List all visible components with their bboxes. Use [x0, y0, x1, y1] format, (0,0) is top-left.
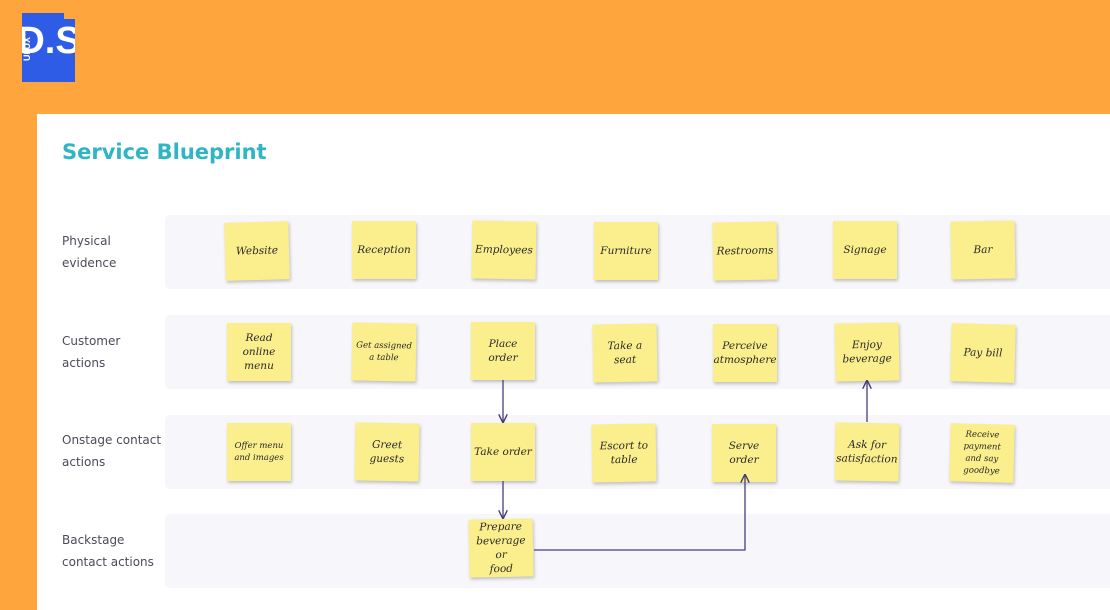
sticky-note[interactable]: Offer menu and images	[227, 423, 291, 481]
logo-text: UI UX	[22, 37, 32, 61]
lane-backstage-actions	[165, 514, 1110, 588]
sticky-note[interactable]: Employees	[471, 220, 537, 280]
sticky-note[interactable]: Signage	[833, 221, 897, 279]
sticky-note[interactable]: Greet guests	[354, 422, 420, 482]
sticky-note[interactable]: Take order	[471, 423, 535, 481]
brand-logo: D.S UI UX	[17, 13, 81, 82]
sticky-note[interactable]: Receive payment and say goodbye	[949, 423, 1015, 483]
blueprint-board: Service Blueprint Physical evidence Cust…	[37, 114, 1110, 610]
sticky-note[interactable]: Escort to table	[591, 423, 657, 483]
sticky-note[interactable]: Enjoy beverage	[834, 322, 900, 382]
sticky-note[interactable]: Website	[224, 221, 290, 281]
sticky-note[interactable]: Perceive atmosphere	[713, 324, 777, 382]
sticky-note[interactable]: Read online menu	[227, 323, 291, 381]
sticky-note[interactable]: Ask for satisfaction	[834, 422, 900, 482]
lane-label: Backstage contact actions	[62, 533, 154, 569]
sticky-note[interactable]: Take a seat	[592, 323, 658, 383]
lane-label: Onstage contact actions	[62, 433, 162, 469]
sticky-note[interactable]: Get assigned a table	[351, 322, 417, 382]
sticky-note[interactable]: Restrooms	[712, 221, 778, 281]
lane-label: Customer actions	[62, 334, 121, 370]
page-title: Service Blueprint	[62, 140, 267, 164]
sticky-note[interactable]: Pay bill	[950, 323, 1016, 383]
sticky-note[interactable]: Bar	[950, 220, 1016, 280]
lane-label: Physical evidence	[62, 234, 117, 270]
sticky-note[interactable]: Furniture	[594, 222, 658, 280]
sticky-note[interactable]: Prepare beverage or food	[468, 518, 534, 578]
sticky-note[interactable]: Serve order	[712, 424, 776, 482]
sticky-note[interactable]: Place order	[471, 322, 535, 380]
sticky-note[interactable]: Reception	[352, 221, 416, 279]
